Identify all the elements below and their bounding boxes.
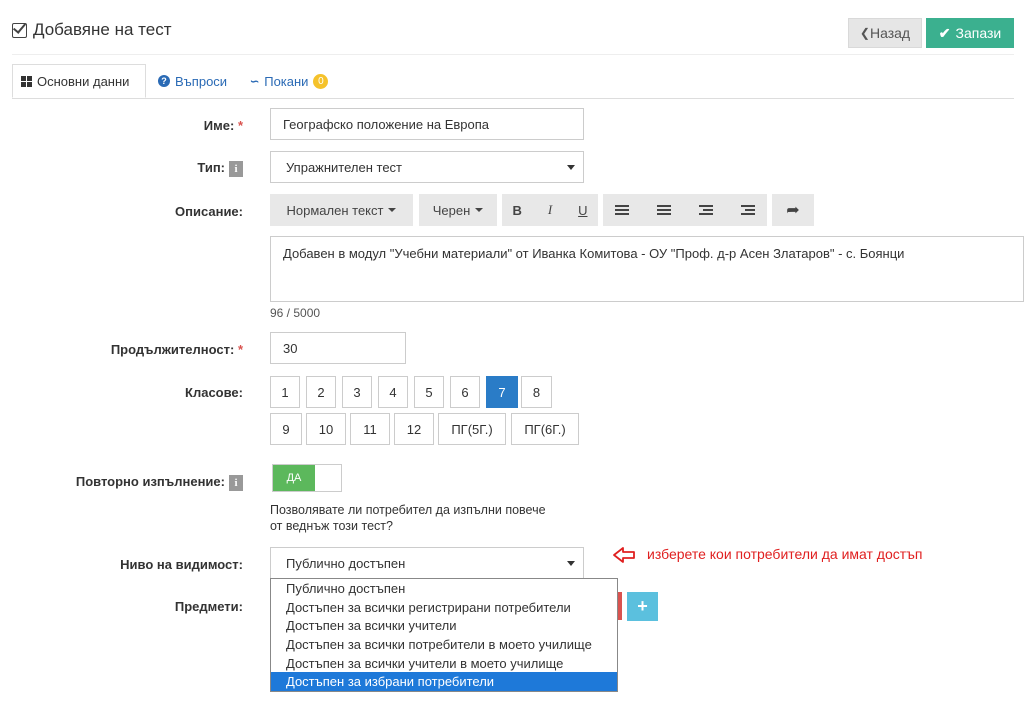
grade-button[interactable]: 6	[450, 376, 480, 408]
tab-questions[interactable]: ? Въпроси	[150, 64, 235, 98]
dropdown-caret-icon	[567, 561, 575, 566]
repeat-help-line-1: Позволявате ли потребител да изпълни пов…	[270, 503, 546, 517]
char-counter: 96 / 5000	[270, 306, 321, 320]
grade-button[interactable]: 3	[342, 376, 372, 408]
indent-icon[interactable]	[741, 203, 756, 217]
grade-button[interactable]: 8	[521, 376, 552, 408]
grade-button[interactable]: 10	[306, 413, 346, 445]
visibility-option[interactable]: Достъпен за всички учители	[271, 616, 617, 635]
visibility-label: Ниво на видимост:	[120, 557, 243, 572]
grade-button[interactable]: 1	[270, 376, 300, 408]
duration-label: Продължителност: *	[110, 342, 243, 357]
repeat-toggle[interactable]: ДА	[272, 464, 342, 492]
tab-basic-data[interactable]: Основни данни	[12, 64, 146, 98]
visibility-value: Публично достъпен	[286, 555, 406, 571]
visibility-option[interactable]: Публично достъпен	[271, 579, 617, 598]
annotation-text: изберете кои потребители да имат достъп	[647, 546, 923, 562]
underline-button[interactable]: U	[578, 203, 587, 218]
grade-button[interactable]: 11	[350, 413, 390, 445]
visibility-select[interactable]: Публично достъпен	[270, 547, 584, 579]
rss-icon: ∽	[250, 75, 260, 88]
visibility-options-list: Публично достъпен Достъпен за всички реги…	[270, 578, 618, 693]
type-value: Упражнителен тест	[286, 159, 403, 175]
caret-down-icon	[388, 208, 397, 212]
italic-button[interactable]: I	[548, 202, 552, 218]
repeat-help-line-2: от веднъж този тест?	[270, 519, 393, 533]
description-editor[interactable]: Добавен в модул "Учебни материали" от Ив…	[270, 236, 1024, 302]
type-label: Тип: i	[100, 160, 243, 177]
invitations-count-badge: 0	[313, 73, 329, 89]
description-value: Добавен в модул "Учебни материали" от Ив…	[283, 246, 905, 261]
text-style-group: B I U	[502, 194, 598, 226]
question-circle-icon: ?	[158, 75, 170, 87]
dropdown-caret-icon	[567, 165, 575, 170]
subjects-label: Предмети:	[174, 599, 243, 614]
divider	[12, 54, 1014, 55]
info-icon[interactable]: i	[229, 474, 243, 491]
tab-invitations[interactable]: ∽ Покани 0	[242, 64, 336, 98]
visibility-option[interactable]: Достъпен за избрани потребители	[271, 672, 617, 692]
format-dropdown[interactable]: Нормален текст	[270, 194, 413, 226]
visibility-option[interactable]: Достъпен за всички учители в моето учили…	[271, 654, 617, 673]
redo-button[interactable]: ➦	[772, 194, 814, 226]
duration-value: 30	[283, 340, 298, 356]
type-select[interactable]: Упражнителен тест	[270, 151, 584, 183]
grade-button[interactable]: 9	[270, 413, 302, 445]
visibility-option[interactable]: Достъпен за всички регистрирани потребит…	[271, 598, 617, 617]
tab-label: Основни данни	[37, 73, 130, 89]
grid-icon	[21, 75, 32, 87]
name-label: Име: *	[203, 118, 243, 133]
share-arrow-icon: ➦	[786, 202, 800, 219]
grades-label: Класове:	[185, 385, 243, 400]
plus-icon: +	[637, 596, 648, 616]
duration-input[interactable]: 30	[270, 332, 406, 364]
repeat-help: Позволявате ли потребител да изпълни пов…	[270, 502, 546, 534]
tab-label: Въпроси	[175, 73, 228, 89]
name-input[interactable]: Географско положение на Европа	[270, 108, 584, 140]
ordered-list-icon[interactable]	[656, 203, 671, 217]
grade-button[interactable]: 5	[414, 376, 444, 408]
grade-button[interactable]: 12	[394, 413, 434, 445]
save-button-label: Запази	[955, 25, 1002, 41]
back-button-label: Назад	[869, 25, 911, 41]
save-button[interactable]: ✔ Запази	[926, 18, 1014, 48]
caret-down-icon	[475, 208, 484, 212]
grade-button[interactable]: ПГ(5Г.)	[438, 413, 506, 445]
tab-label: Покани	[264, 73, 309, 89]
grade-button[interactable]: 4	[378, 376, 408, 408]
chevron-left-icon: ❮	[859, 26, 870, 40]
grade-button[interactable]: ПГ(6Г.)	[511, 413, 579, 445]
visibility-option[interactable]: Достъпен за всички потребители в моето у…	[271, 635, 617, 654]
outdent-icon[interactable]	[699, 203, 714, 217]
color-dropdown[interactable]: Черен	[419, 194, 497, 226]
toggle-on-label: ДА	[273, 465, 315, 491]
unordered-list-icon[interactable]	[614, 203, 629, 217]
toggle-handle	[315, 465, 341, 491]
grade-button[interactable]: 7	[486, 376, 518, 408]
page-title-text: Добавяне на тест	[33, 20, 172, 39]
repeat-label: Повторно изпълнение: i	[30, 474, 243, 491]
grade-button[interactable]: 2	[306, 376, 336, 408]
annotation-arrow-icon	[612, 546, 636, 567]
description-label: Описание:	[175, 204, 243, 219]
page-title: Добавяне на тест	[12, 20, 171, 40]
checkbox-icon	[12, 22, 27, 38]
bold-button[interactable]: B	[512, 203, 521, 218]
name-value: Географско положение на Европа	[283, 116, 490, 132]
add-subject-button[interactable]: +	[627, 592, 658, 621]
list-indent-group	[603, 194, 767, 226]
info-icon[interactable]: i	[229, 160, 243, 177]
tab-bar: Основни данни ? Въпроси ∽ Покани 0	[12, 64, 1014, 99]
back-button[interactable]: ❮ Назад	[848, 18, 922, 48]
check-icon: ✔	[938, 24, 951, 41]
